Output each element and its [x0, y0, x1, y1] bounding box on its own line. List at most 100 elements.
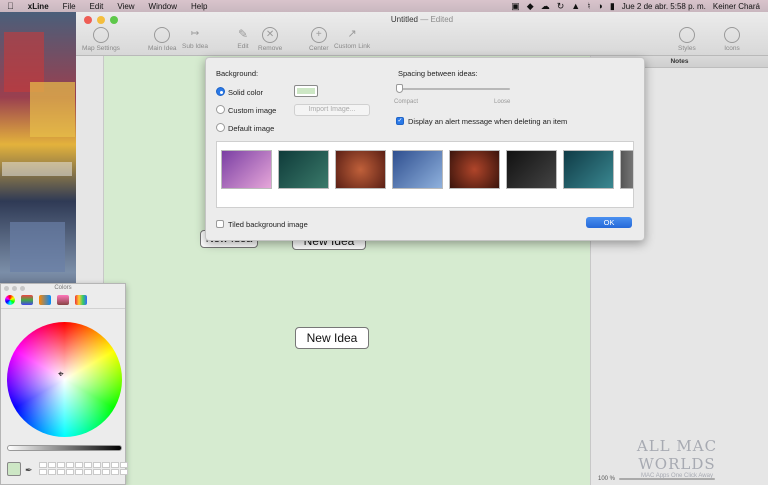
colors-window-controls	[4, 286, 25, 291]
edit-button[interactable]: ✎ Edit	[236, 27, 250, 50]
swatch-cell[interactable]	[102, 469, 110, 475]
background-thumbnail[interactable]	[392, 150, 443, 189]
spacing-slider-knob[interactable]	[396, 84, 403, 93]
document-name: Untitled	[390, 15, 418, 24]
colors-minimize-button[interactable]	[12, 286, 17, 291]
color-wheel[interactable]	[7, 322, 122, 437]
menu-bar:  xLine File Edit View Window Help ▣ ◆ ☁…	[0, 0, 768, 12]
tiled-checkbox[interactable]	[216, 220, 224, 228]
menu-app-name[interactable]: xLine	[21, 2, 56, 11]
background-thumbnail[interactable]	[506, 150, 557, 189]
main-idea-label: Main Idea	[148, 45, 177, 52]
default-image-gallery[interactable]	[216, 141, 634, 208]
swatch-cell[interactable]	[93, 462, 101, 468]
import-image-button[interactable]: Import Image...	[294, 104, 370, 116]
solid-color-label: Solid color	[228, 88, 264, 97]
solid-color-radio[interactable]	[216, 87, 225, 96]
color-sliders-tab-icon[interactable]	[21, 295, 33, 305]
custom-image-radio[interactable]	[216, 105, 225, 114]
swatch-cell[interactable]	[102, 462, 110, 468]
icons-button[interactable]: Icons	[724, 27, 740, 52]
bluetooth-icon[interactable]: ♮	[587, 1, 590, 12]
swatch-cell[interactable]	[66, 462, 74, 468]
colors-zoom-button[interactable]	[20, 286, 25, 291]
colors-panel-title: Colors	[54, 285, 72, 291]
remove-label: Remove	[258, 45, 283, 52]
background-thumbnail[interactable]	[620, 150, 633, 189]
dropbox-icon[interactable]: ◆	[527, 1, 534, 12]
background-thumbnail[interactable]	[563, 150, 614, 189]
swatch-cell[interactable]	[66, 469, 74, 475]
cloud-icon[interactable]: ☁	[541, 1, 550, 12]
center-button[interactable]: + Center	[309, 27, 329, 52]
current-color-well[interactable]	[7, 462, 21, 476]
background-settings-popover: Background: Solid color Custom image Imp…	[205, 57, 645, 241]
menu-view[interactable]: View	[110, 2, 141, 11]
alert-checkbox[interactable]: ✓	[396, 117, 404, 125]
watermark: ALL MAC WORLDS MAC Apps One Click Away	[597, 437, 757, 479]
colors-close-button[interactable]	[4, 286, 9, 291]
menu-datetime[interactable]: Jue 2 de abr. 5:58 p. m.	[622, 2, 706, 11]
ok-button[interactable]: OK	[586, 217, 632, 228]
swatch-cell[interactable]	[57, 462, 65, 468]
swatch-cell[interactable]	[111, 462, 119, 468]
swatch-cell[interactable]	[48, 469, 56, 475]
color-swatch-grid[interactable]	[39, 462, 128, 475]
map-settings-button[interactable]: Map Settings	[82, 27, 120, 52]
menu-window[interactable]: Window	[142, 2, 184, 11]
main-idea-button[interactable]: Main Idea	[148, 27, 177, 52]
palette-icon	[678, 27, 695, 43]
background-thumbnail[interactable]	[449, 150, 500, 189]
edit-label: Edit	[237, 43, 249, 50]
brightness-slider[interactable]	[7, 445, 122, 451]
custom-link-label: Custom Link	[334, 43, 371, 50]
remove-button[interactable]: ✕ Remove	[258, 27, 282, 52]
swatch-cell[interactable]	[39, 469, 47, 475]
menu-help[interactable]: Help	[184, 2, 214, 11]
swatch-cell[interactable]	[48, 462, 56, 468]
swatch-cell[interactable]	[120, 462, 128, 468]
swatch-cell[interactable]	[93, 469, 101, 475]
battery-icon[interactable]: ▮	[610, 1, 615, 12]
swatch-cell[interactable]	[75, 462, 83, 468]
crosshair-cursor-icon: ⌖	[58, 369, 64, 380]
camera-icon[interactable]: ▣	[511, 1, 520, 12]
airplay-icon[interactable]: ▲	[571, 1, 580, 11]
swatch-cell[interactable]	[111, 469, 119, 475]
spacing-slider[interactable]	[398, 88, 510, 90]
sub-idea-button[interactable]: ↦ Sub Idea	[182, 27, 208, 50]
background-thumbnail[interactable]	[221, 150, 272, 189]
swatch-cell[interactable]	[39, 462, 47, 468]
background-thumbnail[interactable]	[335, 150, 386, 189]
styles-button[interactable]: Styles	[678, 27, 696, 52]
default-image-radio[interactable]	[216, 123, 225, 132]
custom-image-label: Custom image	[228, 106, 277, 115]
custom-link-button[interactable]: ↗ Custom Link	[334, 27, 370, 50]
pencil-icon: ✎	[237, 27, 249, 41]
sync-icon[interactable]: ↻	[557, 1, 565, 12]
pencils-tab-icon[interactable]	[75, 295, 87, 305]
map-settings-label: Map Settings	[82, 45, 120, 52]
color-palettes-tab-icon[interactable]	[39, 295, 51, 305]
swatch-cell[interactable]	[84, 469, 92, 475]
color-wheel-tab-icon[interactable]	[5, 295, 15, 305]
image-palettes-tab-icon[interactable]	[57, 295, 69, 305]
background-thumbnail[interactable]	[278, 150, 329, 189]
window-toolbar: Untitled — Edited Map Settings Main Idea…	[76, 12, 768, 56]
link-icon: ↗	[347, 28, 357, 40]
menu-file[interactable]: File	[56, 2, 83, 11]
tiled-label: Tiled background image	[228, 220, 308, 229]
swatch-cell[interactable]	[120, 469, 128, 475]
apple-menu-icon[interactable]: 	[0, 1, 21, 11]
menu-user[interactable]: Keiner Chará	[713, 2, 760, 11]
swatch-cell[interactable]	[75, 469, 83, 475]
wifi-icon[interactable]: ◑	[597, 1, 602, 11]
eyedropper-icon[interactable]: ✒	[25, 465, 33, 476]
swatch-cell[interactable]	[57, 469, 65, 475]
center-label: Center	[309, 45, 329, 52]
idea-node[interactable]: New Idea	[295, 327, 369, 349]
background-color-well[interactable]	[294, 85, 318, 97]
branch-icon: ↦	[190, 28, 200, 39]
menu-edit[interactable]: Edit	[83, 2, 111, 11]
swatch-cell[interactable]	[84, 462, 92, 468]
